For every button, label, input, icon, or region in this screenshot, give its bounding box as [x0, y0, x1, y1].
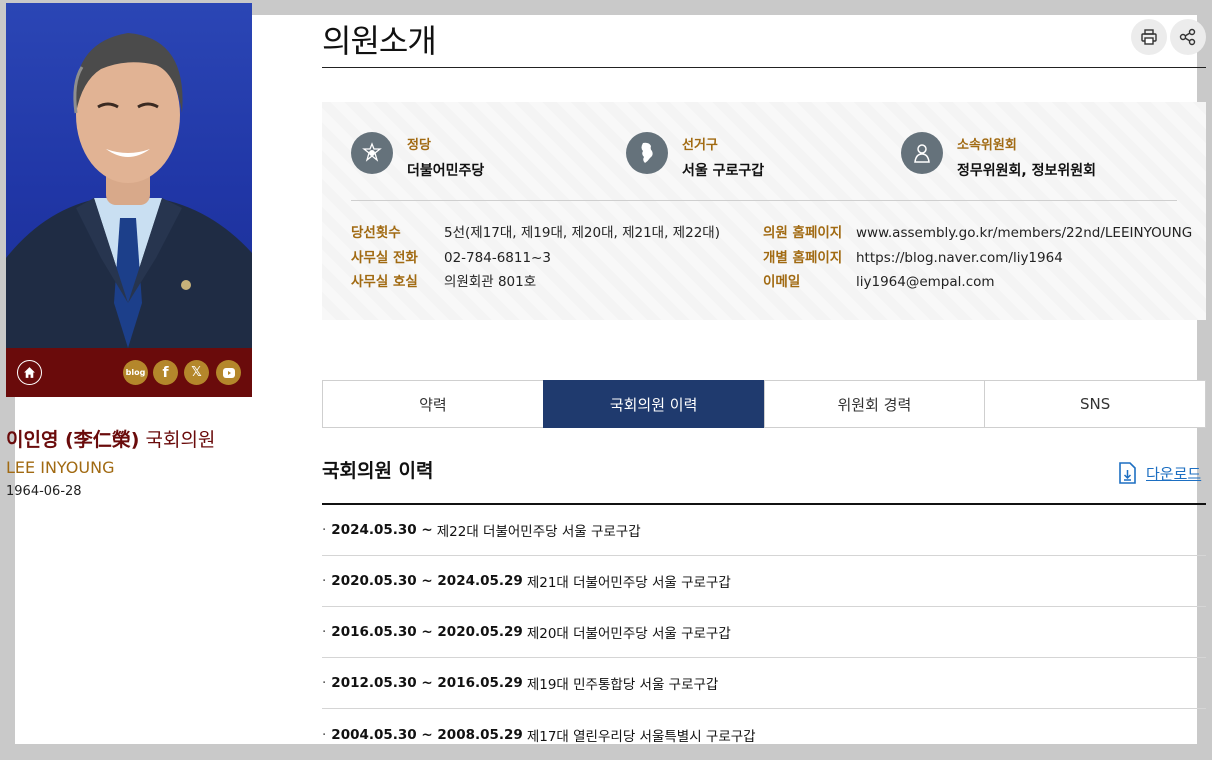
tab-assembly-history[interactable]: 국회의원 이력 — [542, 380, 764, 428]
homepage-link[interactable]: www.assembly.go.kr/members/22nd/LEEINYOU… — [856, 225, 1192, 241]
member-role: 국회의원 — [145, 429, 216, 451]
district-label: 선거구 — [682, 138, 718, 153]
member-name-english: LEE INYOUNG — [6, 458, 115, 477]
detail-value: 5선(제17대, 제19대, 제20대, 제21대, 제22대) — [444, 225, 720, 241]
member-name: 이인영 (李仁榮) 국회의원 — [6, 425, 215, 452]
details-right: 의원 홈페이지 www.assembly.go.kr/members/22nd/L… — [763, 221, 1192, 295]
profile-link-bar: blog f 𝕏 — [6, 348, 252, 397]
history-desc: 제20대 더불어민주당 서울 구로구갑 — [526, 626, 731, 642]
history-date: 2004.05.30 ~ 2008.05.29 — [331, 726, 523, 743]
district-value: 서울 구로구갑 — [682, 163, 765, 179]
blog-icon[interactable]: blog — [123, 360, 148, 385]
detail-value: 의원회관 801호 — [444, 274, 537, 290]
map-korea-icon — [626, 132, 668, 174]
member-info-panel: 정당 더불어민주당 선거구 서울 구로구갑 소속위원회 정무위원회, 정보위원회… — [322, 102, 1206, 320]
facebook-icon[interactable]: f — [153, 360, 178, 385]
list-item: · 2020.05.30 ~ 2024.05.29 제21대 더불어민주당 서울 구… — [322, 556, 1206, 607]
profile-photo — [6, 3, 252, 348]
detail-key: 이메일 — [763, 274, 801, 290]
download-button[interactable]: 다운로드 — [1118, 462, 1201, 484]
section-title: 국회의원 이력 — [322, 460, 434, 482]
party-emblem-icon — [351, 132, 393, 174]
list-item: · 2004.05.30 ~ 2008.05.29 제17대 열린우리당 서울특별시… — [322, 726, 756, 745]
detail-value: 02-784-6811~3 — [444, 249, 551, 266]
history-desc: 제17대 열린우리당 서울특별시 구로구갑 — [526, 728, 756, 745]
email-link[interactable]: liy1964@empal.com — [856, 274, 995, 290]
party-label: 정당 — [407, 138, 431, 153]
history-desc: 제21대 더불어민주당 서울 구로구갑 — [526, 575, 731, 591]
history-date: 2020.05.30 ~ 2024.05.29 — [331, 573, 523, 589]
blog-icon-label: blog — [125, 368, 146, 377]
member-birthdate: 1964-06-28 — [6, 484, 82, 499]
history-date: 2024.05.30 ~ — [331, 522, 433, 538]
youtube-icon[interactable] — [216, 360, 241, 385]
detail-key: 개별 홈페이지 — [763, 249, 843, 266]
download-file-icon — [1119, 462, 1136, 484]
detail-key: 의원 홈페이지 — [763, 225, 843, 241]
tab-sns[interactable]: SNS — [984, 380, 1206, 428]
committee-label: 소속위원회 — [957, 138, 1017, 153]
page-title: 의원소개 — [322, 22, 437, 60]
title-divider — [322, 67, 1206, 68]
detail-key: 사무실 전화 — [351, 249, 418, 266]
history-list: · 2024.05.30 ~ 제22대 더불어민주당 서울 구로구갑 · 2020.0… — [322, 505, 1206, 760]
list-item: · 2016.05.30 ~ 2020.05.29 제20대 더불어민주당 서울 구… — [322, 607, 1206, 658]
home-icon[interactable] — [17, 360, 42, 385]
tab-committee-career[interactable]: 위원회 경력 — [763, 380, 985, 428]
history-desc: 제22대 더불어민주당 서울 구로구갑 — [436, 524, 641, 540]
history-desc: 제19대 민주통합당 서울 구로구갑 — [526, 677, 719, 693]
tab-career[interactable]: 약력 — [322, 380, 543, 428]
print-button[interactable] — [1131, 19, 1167, 55]
x-twitter-icon[interactable]: 𝕏 — [184, 360, 209, 385]
party-info: 정당 더불어민주당 — [351, 132, 484, 180]
member-name-korean: 이인영 (李仁榮) — [6, 429, 140, 451]
district-info: 선거구 서울 구로구갑 — [626, 132, 764, 180]
committee-info: 소속위원회 정무위원회, 정보위원회 — [901, 132, 1096, 180]
history-date: 2012.05.30 ~ 2016.05.29 — [331, 675, 523, 691]
profile-tabs: 약력 국회의원 이력 위원회 경력 SNS — [322, 380, 1206, 428]
party-value: 더불어민주당 — [407, 163, 485, 179]
info-divider — [351, 200, 1177, 201]
share-button[interactable] — [1170, 19, 1206, 55]
download-label: 다운로드 — [1146, 464, 1202, 483]
person-icon — [901, 132, 943, 174]
share-icon — [1179, 28, 1196, 46]
detail-key: 사무실 호실 — [351, 274, 418, 290]
list-item: · 2012.05.30 ~ 2016.05.29 제19대 민주통합당 서울 구로… — [322, 658, 1206, 709]
list-item: · 2024.05.30 ~ 제22대 더불어민주당 서울 구로구갑 — [322, 505, 1206, 556]
history-date: 2016.05.30 ~ 2020.05.29 — [331, 624, 523, 640]
print-icon — [1141, 29, 1157, 45]
details-left: 당선횟수 5선(제17대, 제19대, 제20대, 제21대, 제22대) 사무실… — [351, 221, 720, 295]
blog-link[interactable]: https://blog.naver.com/liy1964 — [856, 250, 1063, 266]
detail-key: 당선횟수 — [351, 225, 401, 241]
committee-value: 정무위원회, 정보위원회 — [957, 163, 1096, 179]
